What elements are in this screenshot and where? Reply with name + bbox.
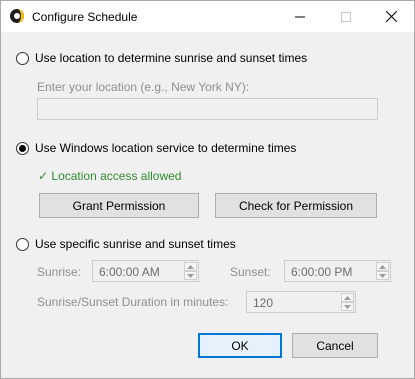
close-icon — [385, 11, 397, 22]
radio-indicator[interactable] — [16, 237, 29, 251]
chevron-down-icon — [379, 273, 386, 278]
title-bar: Configure Schedule — [1, 1, 414, 32]
grant-permission-label: Grant Permission — [72, 198, 166, 213]
app-sun-moon-icon — [9, 8, 25, 24]
minimize-icon — [295, 16, 305, 17]
check-permission-label: Check for Permission — [238, 198, 354, 213]
sunset-time-value: 6:00:00 PM — [291, 265, 353, 279]
sunrise-up-button[interactable] — [184, 262, 197, 271]
radio-windows-location[interactable]: Use Windows location service to determin… — [16, 141, 296, 155]
duration-up-button[interactable] — [341, 293, 354, 302]
grant-permission-button[interactable]: Grant Permission — [39, 193, 199, 218]
radio-use-location-label: Use location to determine sunrise and su… — [35, 51, 308, 65]
minimize-button[interactable] — [277, 1, 323, 32]
maximize-icon — [341, 11, 351, 22]
maximize-button[interactable] — [323, 1, 369, 32]
chevron-up-icon — [344, 295, 351, 300]
sunset-label: Sunset: — [230, 265, 271, 279]
ok-button-label: OK — [231, 338, 249, 353]
location-status-text: ✓ Location access allowed — [38, 169, 182, 183]
cancel-button-label: Cancel — [316, 338, 354, 353]
radio-windows-location-label: Use Windows location service to determin… — [35, 141, 297, 155]
radio-use-location[interactable]: Use location to determine sunrise and su… — [16, 51, 307, 65]
configure-schedule-dialog: Configure Schedule Use location to deter… — [0, 0, 415, 379]
window-title: Configure Schedule — [32, 10, 138, 24]
chevron-down-icon — [187, 273, 194, 278]
chevron-up-icon — [379, 264, 386, 269]
location-input-label: Enter your location (e.g., New York NY): — [37, 80, 250, 94]
sunrise-label: Sunrise: — [37, 265, 82, 279]
check-permission-button[interactable]: Check for Permission — [215, 193, 377, 218]
chevron-up-icon — [187, 264, 194, 269]
sunrise-time-value: 6:00:00 AM — [99, 265, 160, 279]
radio-indicator[interactable] — [16, 51, 29, 65]
duration-label: Sunrise/Sunset Duration in minutes: — [37, 295, 229, 309]
sunrise-down-button[interactable] — [184, 271, 197, 280]
sunrise-time-picker[interactable]: 6:00:00 AM — [92, 260, 199, 282]
sunset-down-button[interactable] — [376, 271, 389, 280]
location-status: ✓ Location access allowed — [38, 169, 181, 183]
sunset-time-picker[interactable]: 6:00:00 PM — [284, 260, 391, 282]
duration-spinner[interactable]: 120 — [246, 291, 356, 313]
ok-button[interactable]: OK — [198, 333, 282, 358]
sunset-up-button[interactable] — [376, 262, 389, 271]
cancel-button[interactable]: Cancel — [292, 333, 378, 358]
duration-down-button[interactable] — [341, 302, 354, 311]
radio-indicator-checked[interactable] — [16, 141, 29, 155]
radio-specific-times[interactable]: Use specific sunrise and sunset times — [16, 237, 236, 251]
chevron-down-icon — [344, 304, 351, 309]
duration-value: 120 — [253, 296, 274, 310]
radio-specific-times-label: Use specific sunrise and sunset times — [35, 237, 236, 251]
location-input[interactable] — [37, 98, 378, 120]
close-button[interactable] — [368, 1, 414, 32]
